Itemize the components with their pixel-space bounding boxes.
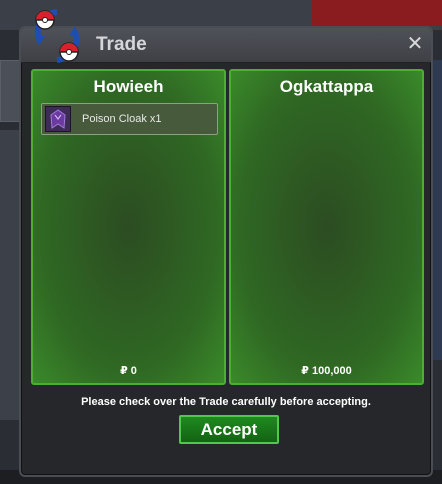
trade-logo-icon [34,9,80,63]
close-button[interactable]: ✕ [404,33,426,55]
window-title: Trade [96,34,147,55]
trade-item-label: Poison Cloak x1 [82,113,162,125]
trade-window: Trade ✕ Howieeh Poison Cloak x1 ₽ 0 Ogka… [19,9,433,477]
my-player-name: Howieeh [93,77,164,96]
trade-notice: Please check over the Trade carefully be… [81,396,371,408]
partner-offer-panel: Ogkattappa ₽ 100,000 [229,69,424,385]
trade-item-slot[interactable]: Poison Cloak x1 [41,103,218,135]
accept-button[interactable]: Accept [179,415,279,444]
background-tiles-left [0,130,20,420]
partner-player-name: Ogkattappa [279,77,374,96]
my-offer-panel: Howieeh Poison Cloak x1 ₽ 0 [31,69,226,385]
poison-cloak-icon [45,106,71,132]
background-red-banner [312,0,442,26]
partner-money-amount: ₽ 100,000 [301,365,352,377]
background-tile [0,60,20,122]
my-money-amount: ₽ 0 [120,365,137,377]
